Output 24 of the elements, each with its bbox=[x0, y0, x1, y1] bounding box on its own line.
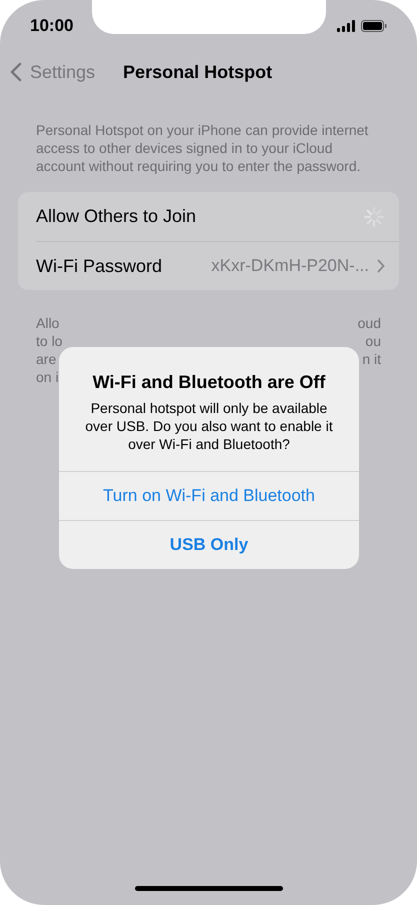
nav-title: Personal Hotspot bbox=[123, 60, 272, 84]
settings-row[interactable]: Wi-Fi Password xKxr-DKmH-P20N-... bbox=[36, 241, 399, 290]
alert-action-button[interactable]: Turn on Wi-Fi and Bluetooth bbox=[59, 471, 359, 520]
footer-text-fragment: on i bbox=[36, 368, 59, 386]
row-value: xKxr-DKmH-P20N-... bbox=[211, 255, 369, 278]
battery-icon bbox=[361, 20, 387, 32]
row-label: Wi-Fi Password bbox=[36, 254, 162, 278]
footer-text-fragment: oud bbox=[358, 314, 381, 332]
footer-text-fragment: ou bbox=[365, 332, 381, 350]
chevron-right-icon bbox=[377, 259, 385, 273]
row-label: Allow Others to Join bbox=[36, 205, 196, 228]
signal-icon bbox=[337, 20, 355, 32]
footer-text-fragment: to lo bbox=[36, 332, 62, 350]
alert-message: Personal hotspot will only be available over USB. Do you also want to enable it over Wi-Fi and Bluetooth? bbox=[85, 399, 333, 453]
footer-text-fragment: n it bbox=[362, 350, 381, 368]
alert-action-button[interactable]: USB Only bbox=[59, 520, 359, 569]
footer-text-fragment: Allo bbox=[36, 314, 60, 332]
back-button[interactable]: Settings bbox=[0, 58, 96, 86]
settings-row[interactable]: Allow Others to Join bbox=[36, 192, 399, 241]
chevron-left-icon bbox=[10, 62, 22, 82]
status-time: 10:00 bbox=[30, 15, 74, 38]
alert-title: Wi-Fi and Bluetooth are Off bbox=[92, 371, 326, 394]
intro-text: Personal Hotspot on your iPhone can provide internet access to other devices signed in to your iCloud account without requiring you to enter the password. bbox=[36, 121, 370, 175]
footer-text-fragment: are bbox=[36, 350, 56, 368]
